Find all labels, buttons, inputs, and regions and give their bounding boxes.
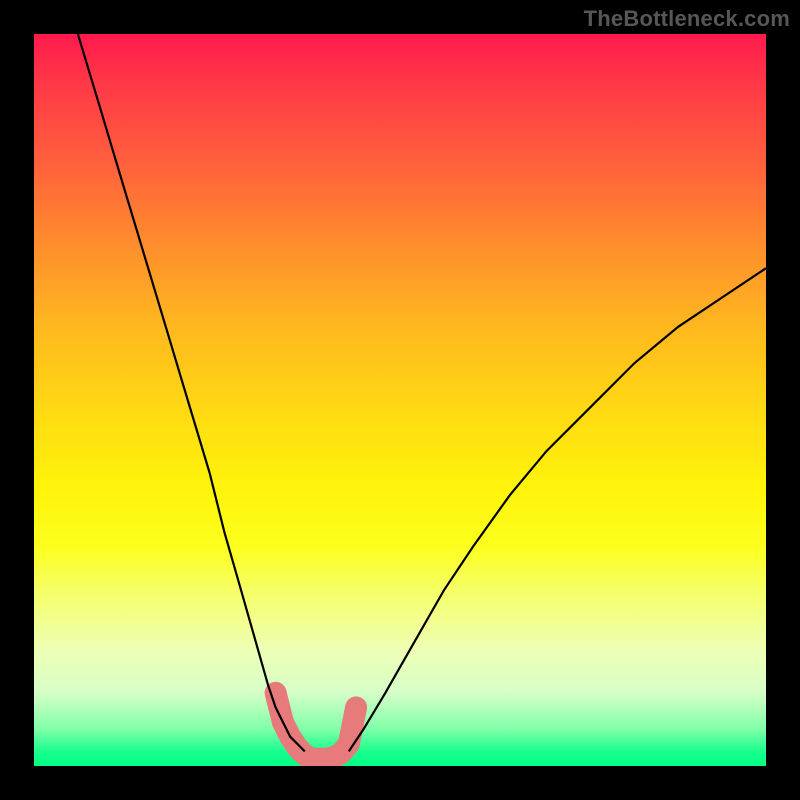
sweet-spot-path xyxy=(276,693,357,759)
curve-layer xyxy=(34,34,766,766)
chart-frame: TheBottleneck.com xyxy=(0,0,800,800)
right-branch-path xyxy=(349,268,766,751)
watermark-text: TheBottleneck.com xyxy=(584,6,790,32)
left-branch-path xyxy=(78,34,305,751)
plot-area xyxy=(34,34,766,766)
